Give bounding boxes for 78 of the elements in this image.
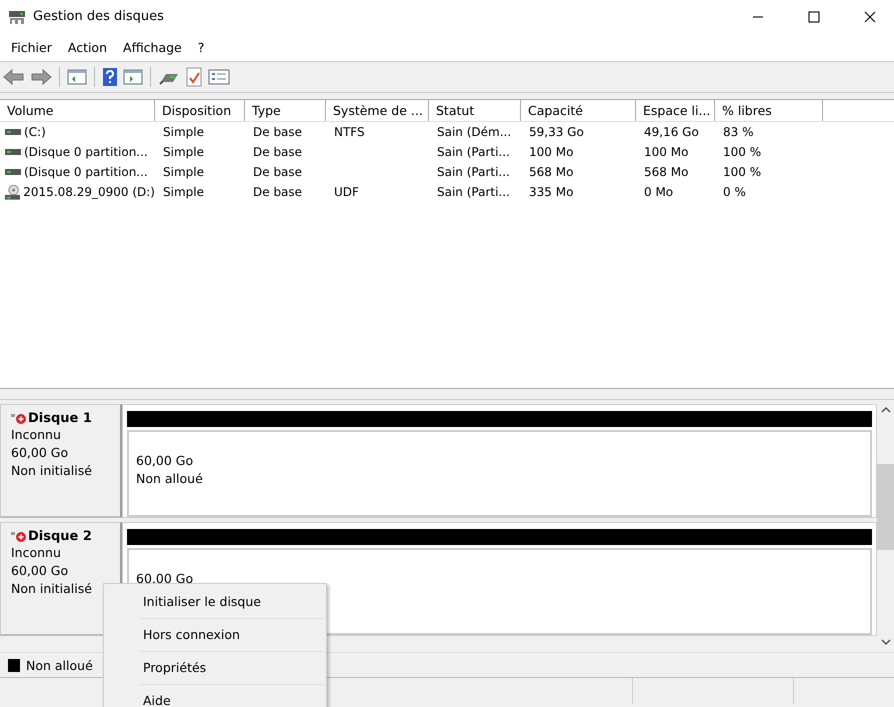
column-header[interactable]: Type — [245, 100, 326, 121]
back-arrow-icon[interactable] — [3, 68, 25, 86]
table-cell-text: 0 Mo — [643, 184, 674, 201]
disk-name: Disque 2 — [28, 529, 92, 544]
panel-icon[interactable] — [67, 68, 87, 86]
table-cell-text: 100 Mo — [643, 144, 690, 161]
column-header[interactable]: Volume — [0, 100, 155, 121]
column-header[interactable]: % libres — [715, 100, 823, 121]
table-cell-text: 100 % — [722, 164, 762, 181]
column-header[interactable]: Disposition — [155, 100, 245, 121]
table-cell-text: (C:) — [24, 124, 46, 141]
table-cell-text: De base — [252, 164, 304, 181]
menu-item[interactable]: Fichier — [3, 40, 60, 54]
table-cell-text: Simple — [162, 124, 205, 141]
disk-type: Inconnu — [11, 544, 62, 562]
context-menu-item[interactable]: Propriétés — [104, 652, 326, 684]
table-cell-text: Sain (Parti... — [436, 164, 511, 181]
drive-icon — [5, 128, 21, 136]
column-header[interactable]: Statut — [429, 100, 521, 121]
drive-icon — [5, 168, 21, 176]
table-cell-text: 83 % — [722, 124, 754, 141]
window-title: Gestion des disques — [33, 9, 164, 24]
table-cell-text: Sain (Parti... — [436, 144, 511, 161]
panel-icon[interactable] — [123, 68, 143, 86]
error-icon — [11, 412, 27, 424]
table-cell-text: Simple — [162, 164, 205, 181]
partition-panel[interactable]: 60,00 Go Non alloué — [127, 430, 872, 517]
disk-name: Disque 1 — [28, 411, 92, 426]
legend-label: Non alloué — [26, 658, 93, 672]
table-cell-text: Sain (Parti... — [436, 184, 511, 201]
scroll-down-icon[interactable] — [880, 638, 890, 646]
table-cell-text: De base — [252, 144, 304, 161]
table-cell-text: (Disque 0 partition... — [24, 164, 148, 181]
scroll-up-icon[interactable] — [880, 406, 890, 414]
column-header[interactable]: Capacité — [521, 100, 636, 121]
table-cell-text: 100 Mo — [528, 144, 574, 161]
table-cell-text: De base — [252, 124, 304, 141]
table-cell-text: (Disque 0 partition... — [24, 144, 148, 161]
table-cell-text: Simple — [162, 184, 205, 201]
menu-item[interactable]: Action — [60, 40, 116, 54]
column-header[interactable]: Espace li... — [636, 100, 715, 121]
disk-management-icon — [8, 8, 26, 24]
disk-info-panel[interactable]: Disque 2 Inconnu 60,00 Go Non initialisé — [0, 522, 122, 636]
partition-status: Non alloué — [136, 470, 204, 488]
forward-arrow-icon[interactable] — [30, 68, 52, 86]
table-cell-text: UDF — [333, 184, 360, 201]
table-cell-text: 2015.08.29_0900 (D:) — [23, 184, 155, 201]
table-cell-text: 100 % — [722, 144, 762, 161]
checklist-icon[interactable] — [185, 67, 203, 87]
drive-icon — [5, 148, 21, 156]
disk-type: Inconnu — [11, 426, 62, 444]
table-cell-text: 49,16 Go — [643, 124, 700, 141]
properties-icon[interactable] — [208, 68, 230, 86]
partition-size: 60,00 Go — [136, 452, 194, 470]
table-cell-text: Sain (Dém... — [436, 124, 512, 141]
menu-item[interactable]: Affichage — [115, 40, 190, 54]
context-menu-item[interactable]: Aide — [104, 685, 326, 707]
table-cell-text: 0 % — [722, 184, 747, 201]
partition-size: 60,00 Go — [136, 570, 194, 588]
table-cell-text: 59,33 Go — [528, 124, 585, 141]
table-cell-text: De base — [252, 184, 304, 201]
table-cell-text: NTFS — [333, 124, 366, 141]
column-header[interactable]: Système de ... — [326, 100, 429, 121]
menu-item[interactable]: ? — [190, 40, 212, 54]
disk-info-panel[interactable]: Disque 1 Inconnu 60,00 Go Non initialisé — [0, 404, 122, 518]
table-cell-text: 335 Mo — [528, 184, 574, 201]
error-icon — [11, 530, 27, 542]
disk-status: Non initialisé — [11, 580, 93, 598]
table-cell-text: Simple — [162, 144, 205, 161]
disk-size: 60,00 Go — [11, 444, 70, 462]
disk-status: Non initialisé — [11, 462, 93, 480]
close-icon[interactable] — [864, 10, 876, 22]
optical-drive-icon — [5, 184, 20, 200]
table-cell-text: 568 Mo — [643, 164, 690, 181]
help-icon[interactable] — [102, 67, 118, 87]
disk-size: 60,00 Go — [11, 562, 70, 580]
maximize-icon[interactable] — [808, 10, 820, 22]
table-cell-text: 568 Mo — [528, 164, 574, 181]
